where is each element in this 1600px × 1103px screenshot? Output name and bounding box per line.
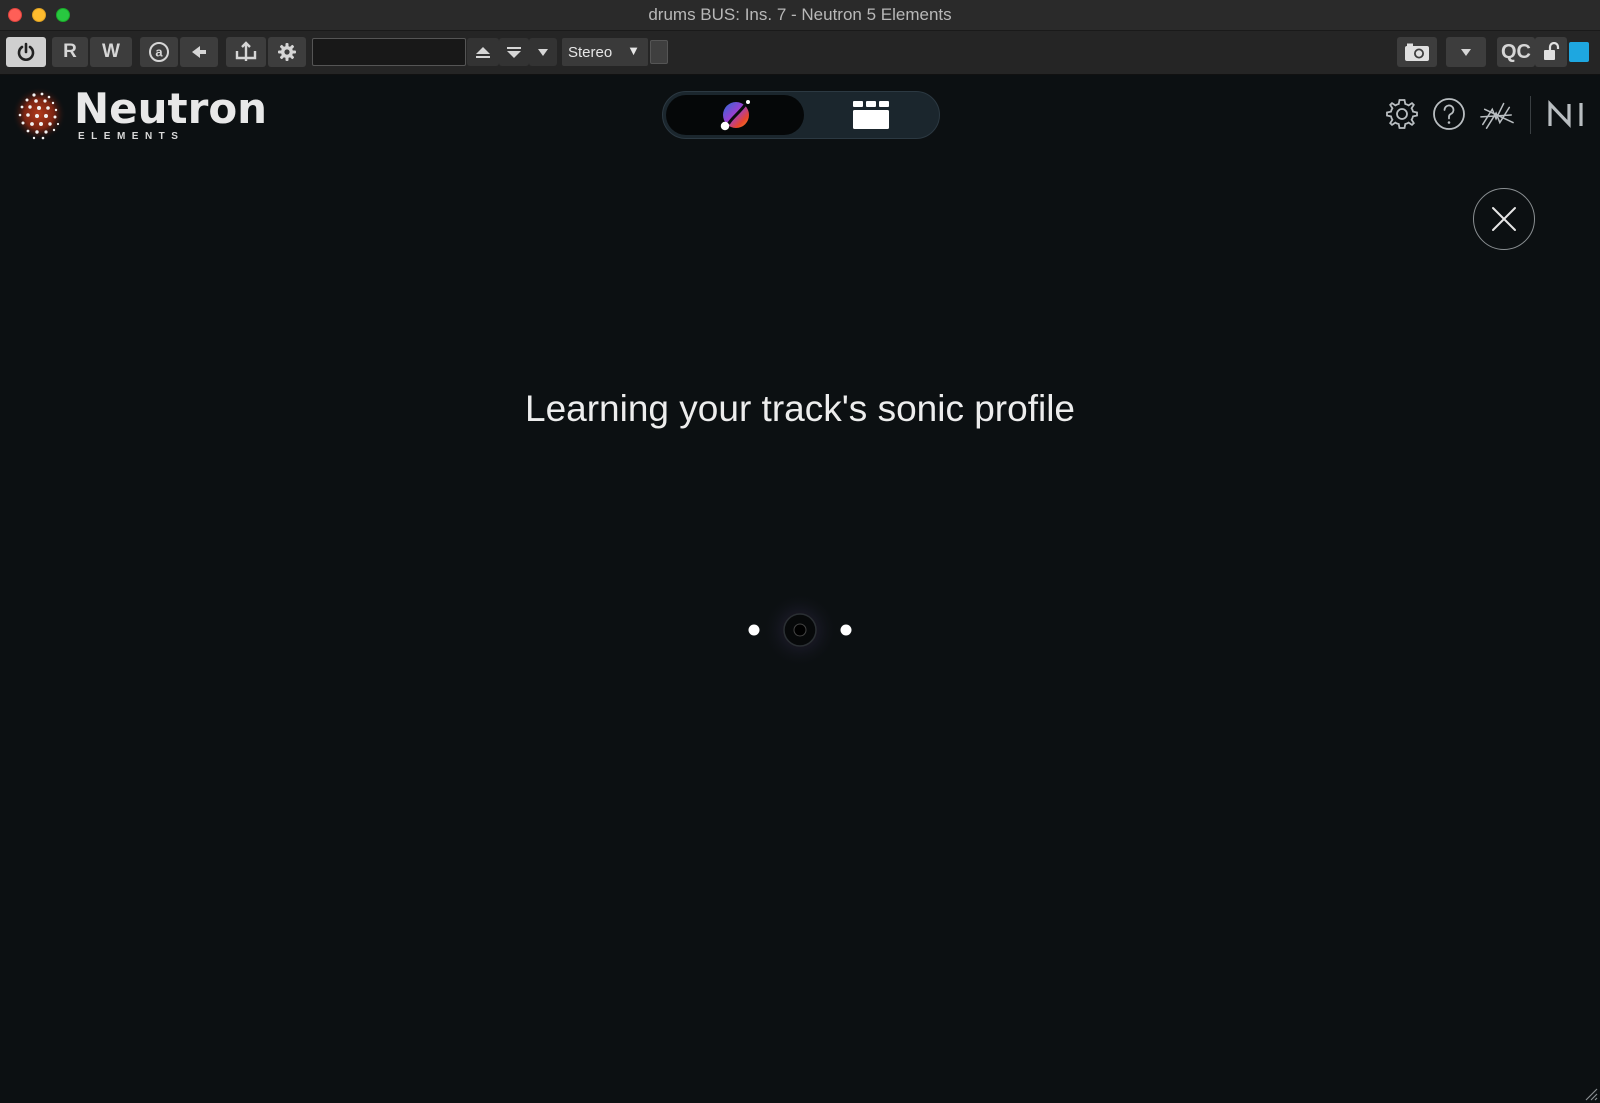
modules-mode-tab[interactable] <box>805 95 937 135</box>
camera-icon <box>1405 43 1429 61</box>
lock-button[interactable] <box>1535 37 1567 67</box>
at-icon: a <box>149 42 169 62</box>
window-title: drums BUS: Ins. 7 - Neutron 5 Elements <box>648 5 952 24</box>
status-heading: Learning your track's sonic profile <box>525 388 1075 429</box>
assistant-orb-icon <box>720 100 750 131</box>
gear-icon <box>278 43 296 61</box>
gear-icon <box>1386 99 1418 129</box>
brand-name: Neutron <box>74 84 268 133</box>
preset-menu-button[interactable] <box>529 38 557 66</box>
ni-logo-icon <box>1548 100 1583 128</box>
snapshot-menu-button[interactable] <box>1446 37 1486 67</box>
qc-color-indicator[interactable] <box>1569 42 1589 62</box>
settings-button[interactable] <box>1384 96 1420 132</box>
loading-animation-icon <box>748 592 852 668</box>
host-toolbar: R W a Stereo ▼ QC <box>0 31 1600 75</box>
assistant-mode-tab[interactable] <box>666 95 804 135</box>
channel-mode-select[interactable]: Stereo ▼ <box>562 38 648 66</box>
previous-button[interactable] <box>180 37 218 67</box>
chevron-down-icon: ▼ <box>627 43 640 58</box>
write-automation-button[interactable]: W <box>90 37 132 67</box>
mode-switch <box>662 91 940 139</box>
sidechain-icon <box>235 41 257 61</box>
brand-subtitle: ELEMENTS <box>78 131 185 142</box>
close-assistant-button[interactable] <box>1473 188 1535 250</box>
triangle-up-icon <box>476 47 490 58</box>
unlock-icon <box>1544 42 1560 60</box>
preset-next-button[interactable] <box>499 38 529 66</box>
channel-mode-value: Stereo <box>568 43 613 61</box>
snapshot-button[interactable] <box>1397 37 1437 67</box>
svg-text:a: a <box>155 45 163 60</box>
window-titlebar: drums BUS: Ins. 7 - Neutron 5 Elements <box>0 0 1600 31</box>
resize-grip-icon[interactable] <box>1582 1085 1598 1101</box>
header-divider <box>1530 96 1531 134</box>
chevron-down-icon <box>538 49 548 56</box>
close-icon <box>1492 207 1516 231</box>
quick-controls-button[interactable]: QC <box>1497 37 1535 67</box>
triangle-down-icon <box>507 47 521 58</box>
ozone-link-icon <box>1480 102 1514 129</box>
modules-grid-icon <box>853 101 889 129</box>
sidechain-button[interactable] <box>226 37 266 67</box>
preset-name-field[interactable] <box>312 38 466 66</box>
native-instruments-button[interactable] <box>1546 96 1590 132</box>
power-icon <box>17 42 35 61</box>
ozone-link-button[interactable] <box>1479 96 1515 132</box>
preset-previous-button[interactable] <box>467 38 499 66</box>
bypass-power-button[interactable] <box>6 37 46 67</box>
settings-button[interactable] <box>268 37 306 67</box>
auto-button[interactable]: a <box>140 37 178 67</box>
meter-toggle[interactable] <box>650 40 668 64</box>
arrow-left-icon <box>192 46 206 58</box>
chevron-down-icon <box>1461 49 1471 56</box>
read-automation-button[interactable]: R <box>52 37 88 67</box>
neutron-logo-icon <box>12 87 66 141</box>
help-icon <box>1433 98 1465 130</box>
help-button[interactable] <box>1431 96 1467 132</box>
